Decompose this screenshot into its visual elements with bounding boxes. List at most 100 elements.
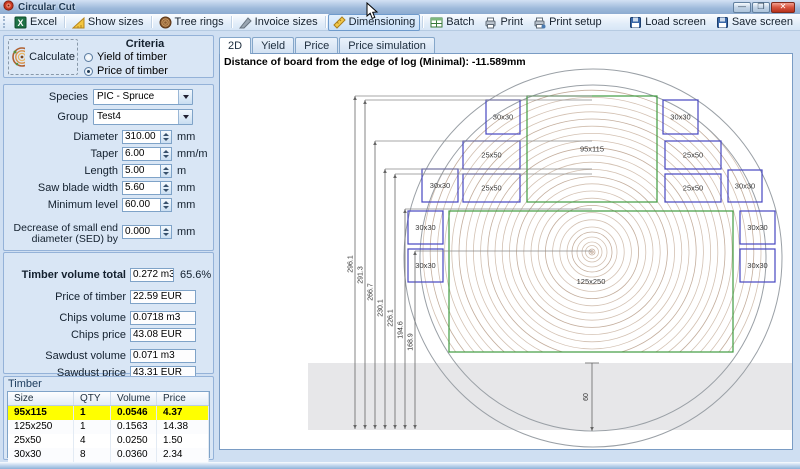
tab-strip: 2DYieldPricePrice simulation xyxy=(219,37,436,53)
excel-icon: X xyxy=(14,16,27,29)
param-input[interactable]: 6.00 xyxy=(122,147,161,161)
app-window: Circular Cut — ❐ ✕ XExcelShow sizesTree … xyxy=(0,0,800,469)
result-label: Chips price xyxy=(4,329,126,341)
toolbar-separator xyxy=(231,16,232,28)
toolbar-item-label: Excel xyxy=(30,16,57,28)
table-cell: 4.37 xyxy=(157,406,209,420)
toolbar-item-label: Show sizes xyxy=(88,16,144,28)
param-unit: m xyxy=(177,165,186,177)
parameters-box: SpeciesPIC - SpruceGroupTest4Diameter310… xyxy=(3,84,214,251)
maximize-button[interactable]: ❐ xyxy=(752,2,770,13)
param-input[interactable]: 5.60 xyxy=(122,181,161,195)
toolbar-item-print-setup[interactable]: Print setup xyxy=(528,14,607,31)
species-select[interactable]: PIC - Spruce xyxy=(93,89,193,105)
table-header-cell[interactable]: QTY xyxy=(74,392,111,405)
toolbar-item-tree-rings[interactable]: Tree rings xyxy=(154,14,229,31)
toolbar-item-label: Load screen xyxy=(645,16,706,28)
table-cell: 0.0360 xyxy=(111,448,157,462)
table-row[interactable]: 125x25010.156314.38 xyxy=(8,420,209,434)
result-value: 0.0718 m3 xyxy=(130,311,196,325)
result-label: Timber volume total xyxy=(4,269,126,281)
table-header-cell[interactable]: Price xyxy=(157,392,209,405)
toolbar-item-label: Batch xyxy=(446,16,474,28)
mouse-cursor xyxy=(366,2,379,21)
spinner[interactable] xyxy=(161,225,172,239)
sed-input[interactable]: 0.000 xyxy=(122,225,161,239)
toolbar-item-invoice-sizes[interactable]: Invoice sizes xyxy=(234,14,323,31)
table-row[interactable]: 95x11510.05464.37 xyxy=(8,406,209,420)
invoice-sizes-icon xyxy=(239,16,252,29)
board-30x30[interactable]: 30x30 xyxy=(740,249,775,282)
bottom-waste-band xyxy=(308,363,792,430)
toolbar-item-print[interactable]: Print xyxy=(479,14,528,31)
param-label: Saw blade width xyxy=(4,182,118,194)
svg-text:30x30: 30x30 xyxy=(747,261,767,270)
table-header-cell[interactable]: Size xyxy=(8,392,74,405)
minimize-button[interactable]: — xyxy=(733,2,751,13)
toolbar-item-excel[interactable]: XExcel xyxy=(9,14,62,31)
svg-text:226.1: 226.1 xyxy=(388,309,395,327)
param-unit: mm xyxy=(177,182,195,194)
dimensioning-icon xyxy=(333,16,346,29)
result-extra: 65.6% xyxy=(180,269,211,281)
spinner[interactable] xyxy=(161,198,172,212)
result-label: Price of timber xyxy=(4,291,126,303)
batch-icon xyxy=(430,16,443,29)
toolbar-item-load-screen[interactable]: Load screen xyxy=(624,14,711,31)
timber-caption: Timber xyxy=(4,377,213,390)
svg-text:30x30: 30x30 xyxy=(430,181,450,190)
canvas-header: Distance of board from the edge of log (… xyxy=(224,56,526,68)
toolbar-grip xyxy=(3,16,6,28)
radio-yield-of-timber[interactable]: Yield of timber xyxy=(84,51,167,63)
table-cell: 14.38 xyxy=(157,420,209,434)
spinner[interactable] xyxy=(161,164,172,178)
param-input[interactable]: 5.00 xyxy=(122,164,161,178)
param-label: Minimum level xyxy=(4,199,118,211)
table-cell: 125x250 xyxy=(8,420,74,434)
chevron-down-icon[interactable] xyxy=(178,110,192,124)
tree-rings-icon xyxy=(159,16,172,29)
timber-box: Timber SizeQTYVolumePrice95x11510.05464.… xyxy=(3,376,214,460)
svg-text:194.6: 194.6 xyxy=(398,321,405,339)
tab-price-simulation[interactable]: Price simulation xyxy=(339,37,435,53)
param-input[interactable]: 60.00 xyxy=(122,198,161,212)
calculate-button[interactable]: Calculate xyxy=(8,39,78,75)
table-row[interactable]: 25x5040.02501.50 xyxy=(8,434,209,448)
toolbar-item-save-screen[interactable]: Save screen xyxy=(711,14,798,31)
radio-icon xyxy=(84,67,93,76)
table-cell: 0.1563 xyxy=(111,420,157,434)
board-30x30[interactable]: 30x30 xyxy=(486,100,520,134)
table-cell: 1 xyxy=(74,420,111,434)
chevron-down-icon[interactable] xyxy=(178,90,192,104)
toolbar-item-batch[interactable]: Batch xyxy=(425,14,479,31)
close-button[interactable]: ✕ xyxy=(771,2,795,13)
tab-price[interactable]: Price xyxy=(295,37,338,53)
table-header-cell[interactable]: Volume xyxy=(111,392,157,405)
param-label: Diameter xyxy=(4,131,118,143)
radio-price-of-timber[interactable]: Price of timber xyxy=(84,65,168,77)
svg-text:266.7: 266.7 xyxy=(368,283,375,301)
group-select[interactable]: Test4 xyxy=(93,109,193,125)
result-label: Sawdust volume xyxy=(4,350,126,362)
sed-unit: mm xyxy=(177,226,195,238)
svg-text:30x30: 30x30 xyxy=(415,261,435,270)
table-row[interactable]: 30x3080.03602.34 xyxy=(8,448,209,462)
toolbar-separator xyxy=(422,16,423,28)
toolbar-item-label: Invoice sizes xyxy=(255,16,318,28)
tab-2d[interactable]: 2D xyxy=(219,37,251,54)
param-input[interactable]: 310.00 xyxy=(122,130,161,144)
table-cell: 95x115 xyxy=(8,406,74,420)
board-25x50[interactable]: 25x50 xyxy=(665,174,721,202)
species-label: Species xyxy=(4,91,88,103)
table-cell: 4 xyxy=(74,434,111,448)
spinner[interactable] xyxy=(161,130,172,144)
table-header-row: SizeQTYVolumePrice xyxy=(8,392,209,406)
toolbar-item-show-sizes[interactable]: Show sizes xyxy=(67,14,149,31)
floppy-icon xyxy=(716,16,729,29)
table-cell: 0.0250 xyxy=(111,434,157,448)
tab-yield[interactable]: Yield xyxy=(252,37,294,53)
spinner[interactable] xyxy=(161,181,172,195)
spinner[interactable] xyxy=(161,147,172,161)
toolbar-item-label: Tree rings xyxy=(175,16,224,28)
calculate-label: Calculate xyxy=(29,51,75,63)
